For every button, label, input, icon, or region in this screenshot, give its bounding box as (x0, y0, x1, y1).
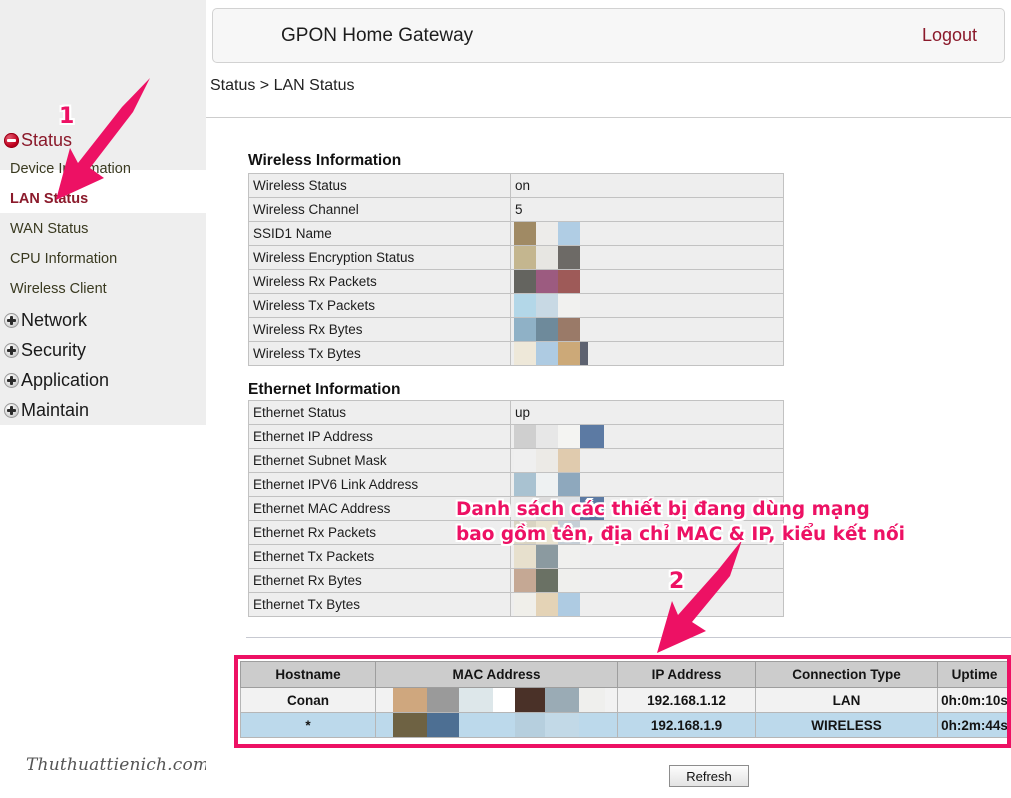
table-row: Wireless Encryption Status (248, 245, 784, 270)
table-row: Ethernet IP Address (248, 424, 784, 449)
sidebar-item-security[interactable]: Security (4, 337, 86, 363)
sidebar-sub-label: CPU Information (10, 251, 118, 267)
censored-value-mosaic (514, 222, 580, 245)
sidebar: Status Device Information LAN Status WAN… (0, 0, 210, 798)
page-title: GPON Home Gateway (281, 24, 474, 46)
sidebar-item-wireless-client[interactable]: Wireless Client (10, 278, 107, 300)
sidebar-item-application[interactable]: Application (4, 367, 109, 393)
sidebar-item-label: Security (21, 339, 87, 360)
censored-value-mosaic (514, 425, 604, 448)
censored-value-mosaic (514, 473, 580, 496)
table-row: Wireless Tx Packets (248, 293, 784, 318)
divider-top (206, 117, 1011, 118)
info-row-key: Wireless Channel (248, 197, 511, 222)
site-watermark: Thuthuattienich.com (26, 755, 210, 775)
info-row-key: Ethernet IPV6 Link Address (248, 472, 511, 497)
info-row-value (510, 592, 784, 617)
censored-value-mosaic (514, 545, 580, 568)
table-row: Ethernet IPV6 Link Address (248, 472, 784, 497)
plus-circle-icon[interactable] (4, 312, 19, 328)
info-row-key: Ethernet IP Address (248, 424, 511, 449)
info-row-value: up (510, 400, 784, 425)
censored-value-mosaic (514, 294, 580, 317)
info-row-value (510, 341, 784, 366)
divider-middle (246, 637, 1011, 638)
info-row-value (510, 424, 784, 449)
sidebar-item-maintain[interactable]: Maintain (4, 397, 89, 423)
info-row-key: Ethernet Subnet Mask (248, 448, 511, 473)
plus-circle-icon[interactable] (4, 372, 19, 388)
sidebar-item-network[interactable]: Network (4, 307, 87, 333)
info-row-value (510, 472, 784, 497)
censored-value-mosaic (514, 593, 580, 616)
info-row-value (510, 448, 784, 473)
logout-link[interactable]: Logout (922, 25, 977, 46)
sidebar-item-label: Network (21, 309, 88, 330)
wireless-information-heading: Wireless Information (248, 152, 402, 169)
info-row-key: Wireless Rx Bytes (248, 317, 511, 342)
sidebar-sub-label: Wireless Client (10, 281, 107, 297)
censored-value-mosaic (514, 318, 580, 341)
table-row: Ethernet Tx Bytes (248, 592, 784, 617)
sidebar-item-label: Status (21, 129, 73, 150)
censored-value-mosaic (514, 569, 580, 592)
info-row-value (510, 317, 784, 342)
sidebar-item-cpu-information[interactable]: CPU Information (10, 248, 117, 270)
info-row-value (510, 293, 784, 318)
sidebar-sub-label: WAN Status (10, 221, 89, 237)
table-row: Wireless Tx Bytes (248, 341, 784, 366)
info-row-value (510, 221, 784, 246)
info-row-key: Wireless Rx Packets (248, 269, 511, 294)
gpon-router-admin-page: Status Device Information LAN Status WAN… (0, 0, 1011, 798)
info-row-value: 5 (510, 197, 784, 222)
info-row-value (510, 269, 784, 294)
sidebar-item-status[interactable]: Status (4, 127, 72, 153)
info-row-key: Wireless Tx Packets (248, 293, 511, 318)
plus-circle-icon[interactable] (4, 402, 19, 418)
info-row-key: Wireless Tx Bytes (248, 341, 511, 366)
table-row: Wireless Channel 5 (248, 197, 784, 222)
wireless-information-table: Wireless Status on Wireless Channel 5 SSID1 … (248, 173, 784, 366)
info-row-key: Ethernet Tx Bytes (248, 592, 511, 617)
sidebar-item-lan-status[interactable]: LAN Status (0, 185, 206, 213)
sidebar-item-label: Application (21, 369, 110, 390)
info-row-key: Ethernet Status (248, 400, 511, 425)
info-row-key: Ethernet Rx Bytes (248, 568, 511, 593)
censored-value-mosaic (514, 342, 588, 365)
breadcrumb: Status > LAN Status (210, 77, 355, 94)
device-table-highlight-box (234, 655, 1011, 748)
ethernet-information-heading: Ethernet Information (248, 381, 401, 398)
sidebar-sub-label: Device Information (10, 161, 131, 177)
info-row-key: Wireless Status (248, 173, 511, 198)
annotation-marker-1: 1 (59, 104, 75, 129)
table-row: Wireless Rx Packets (248, 269, 784, 294)
table-row: Wireless Status on (248, 173, 784, 198)
table-row: SSID1 Name (248, 221, 784, 246)
table-row: Ethernet Subnet Mask (248, 448, 784, 473)
plus-circle-icon[interactable] (4, 342, 19, 358)
censored-value-mosaic (514, 246, 580, 269)
annotation-note-text: Danh sách các thiết bị đang dùng mạng ba… (456, 499, 905, 545)
info-row-value (510, 544, 784, 569)
table-row: Wireless Rx Bytes (248, 317, 784, 342)
app-titlebar: GPON Home Gateway Logout (212, 8, 1005, 63)
sidebar-item-label: Maintain (21, 399, 90, 420)
table-row: Ethernet Status up (248, 400, 784, 425)
table-row: Ethernet Rx Bytes (248, 568, 784, 593)
info-row-value (510, 245, 784, 270)
minus-circle-icon[interactable] (4, 132, 19, 148)
info-row-value: on (510, 173, 784, 198)
annotation-marker-2: 2 (669, 569, 685, 594)
sidebar-item-wan-status[interactable]: WAN Status (10, 218, 88, 240)
info-row-value (510, 568, 784, 593)
table-row: Ethernet Tx Packets (248, 544, 784, 569)
sidebar-item-device-information[interactable]: Device Information (10, 158, 131, 180)
info-row-key: Wireless Encryption Status (248, 245, 511, 270)
info-row-key: SSID1 Name (248, 221, 511, 246)
refresh-button[interactable]: Refresh (669, 765, 749, 787)
sidebar-sub-label: LAN Status (10, 191, 89, 207)
censored-value-mosaic (514, 449, 580, 472)
censored-value-mosaic (514, 270, 580, 293)
info-row-key: Ethernet Tx Packets (248, 544, 511, 569)
